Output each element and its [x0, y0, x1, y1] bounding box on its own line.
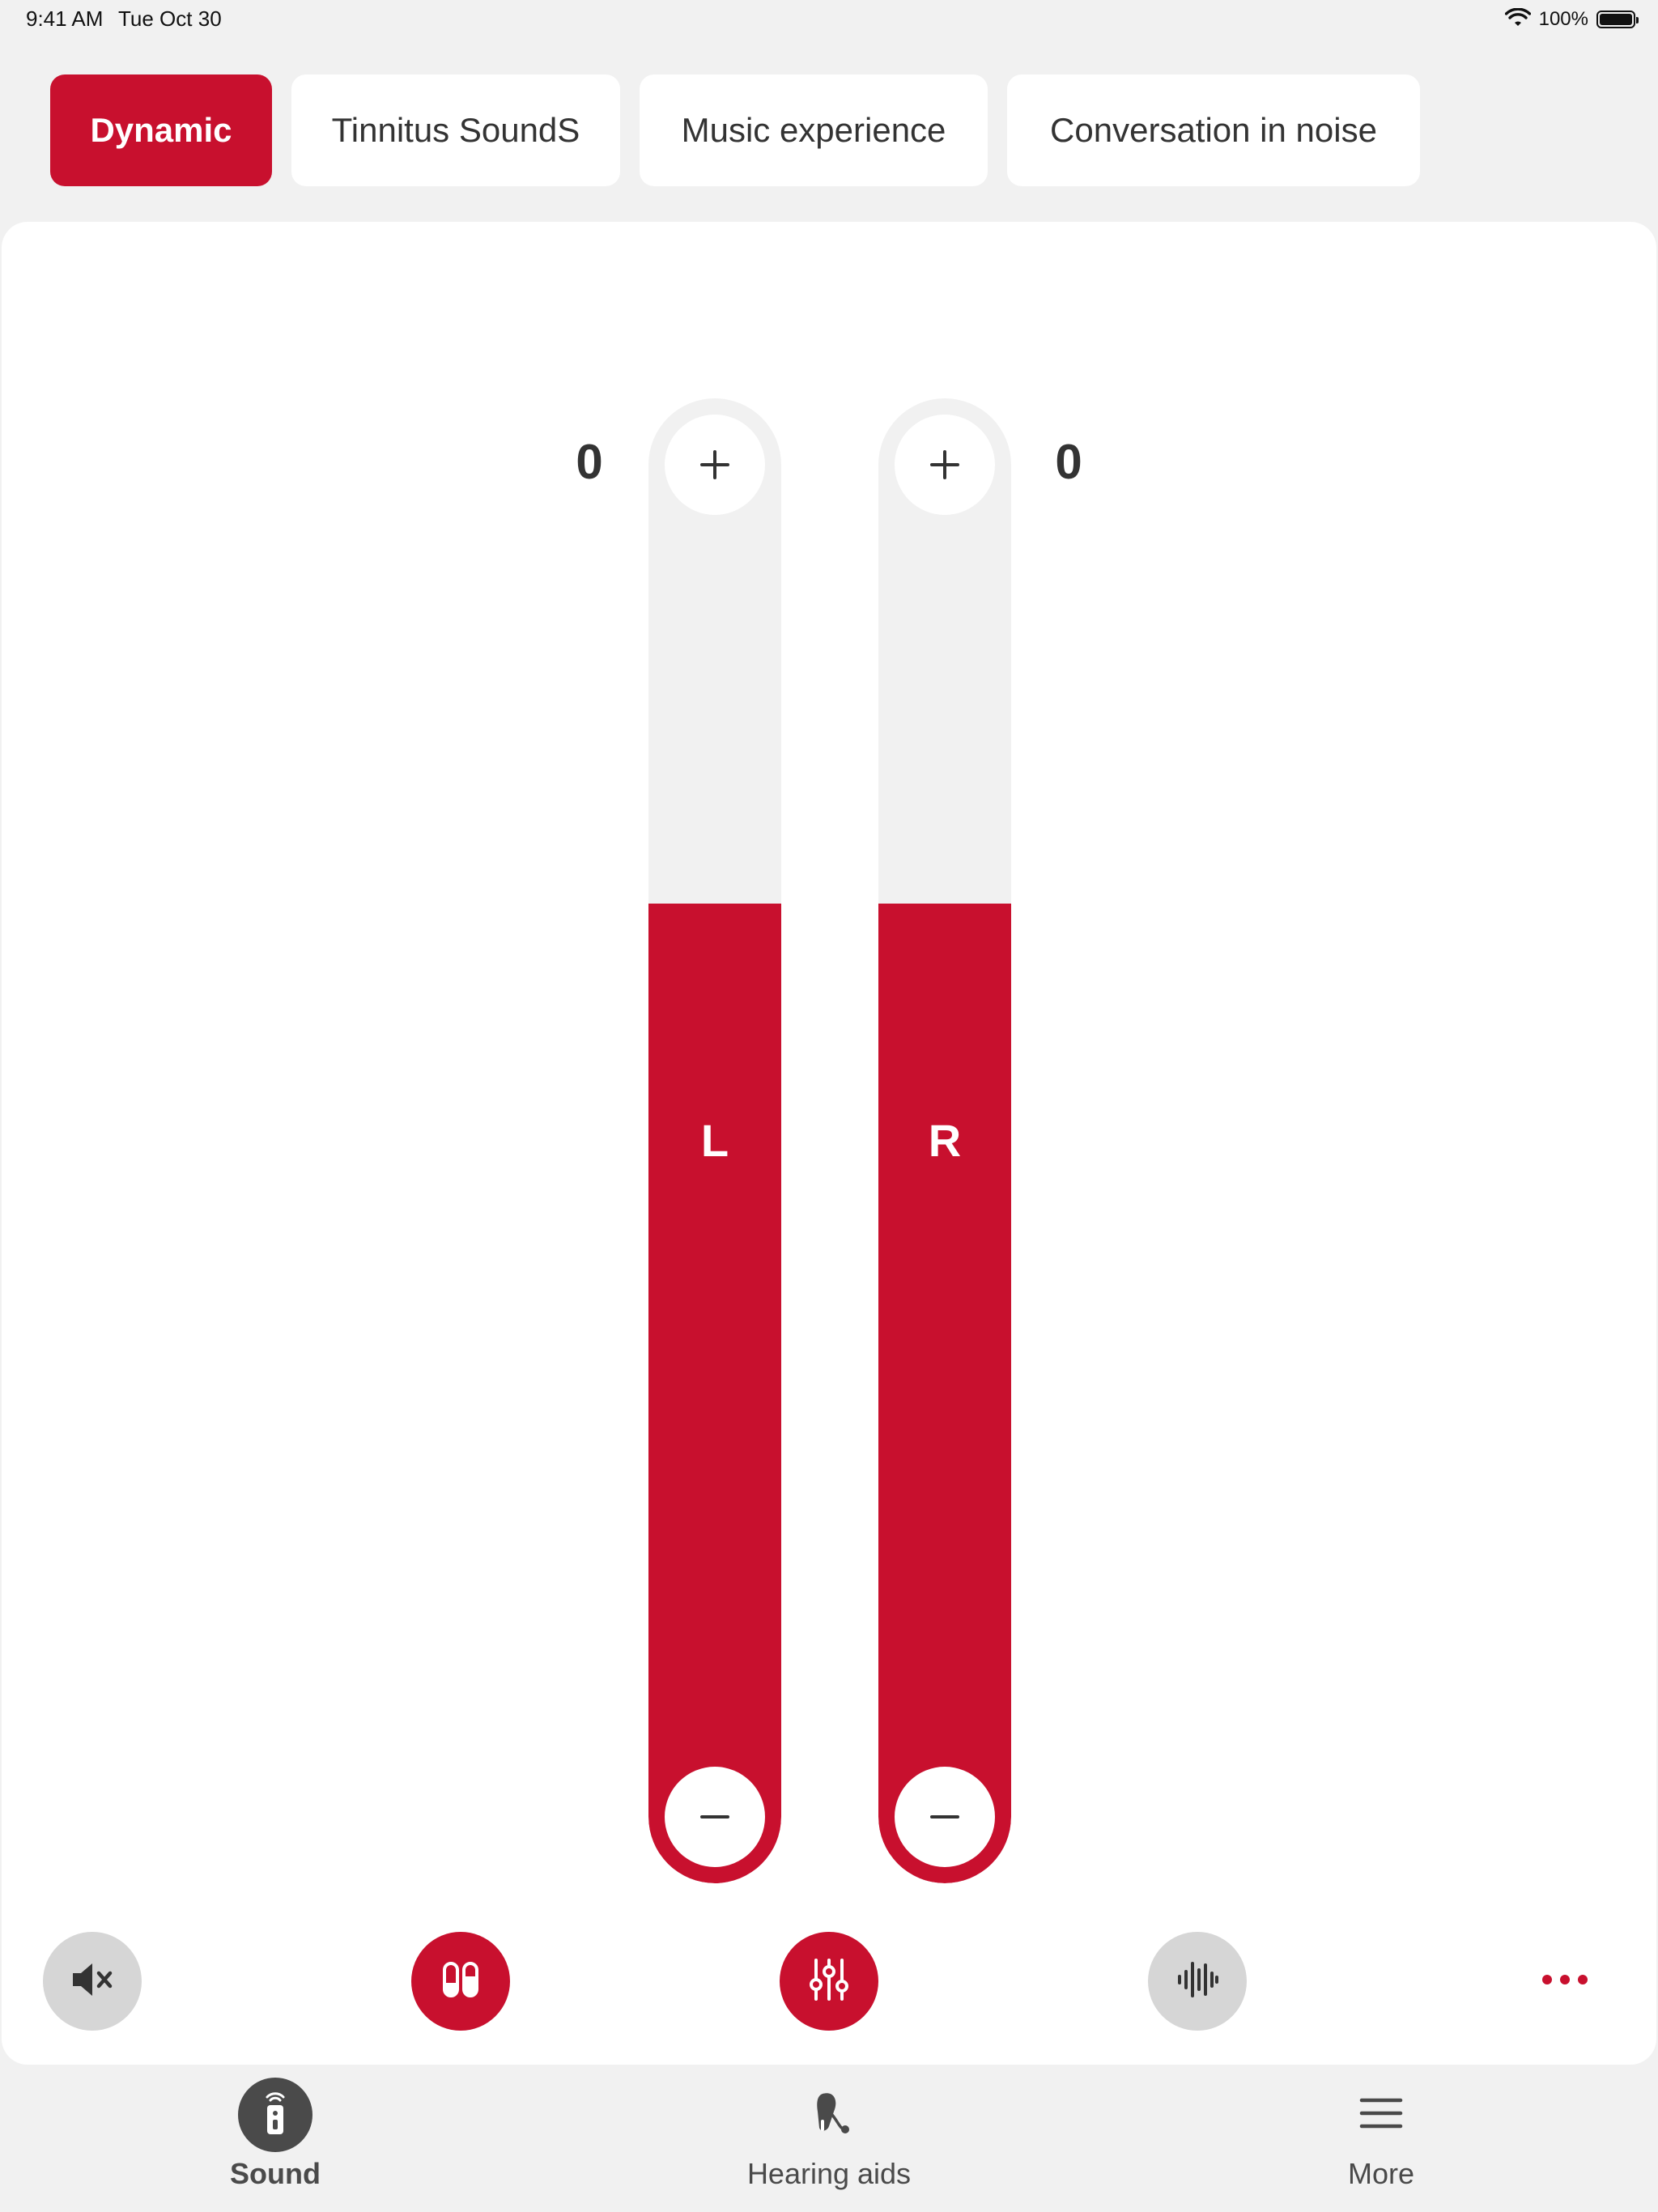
- tab-music-experience[interactable]: Music experience: [640, 74, 988, 186]
- tab-tinnitus-sounds[interactable]: Tinnitus SoundS: [291, 74, 620, 186]
- mute-speaker-icon: [66, 1954, 118, 2010]
- nav-item-hearing-aids[interactable]: Hearing aids: [708, 2073, 950, 2212]
- left-volume-value: 0: [576, 435, 603, 489]
- plus-icon: [699, 449, 731, 481]
- sound-wave-icon: [1171, 1954, 1223, 2010]
- plus-icon: [929, 449, 961, 481]
- right-channel-label: R: [928, 1115, 962, 1166]
- left-volume-slider[interactable]: L: [648, 398, 781, 1883]
- nav-sound-icon-wrap: [238, 2078, 312, 2152]
- status-time: 9:41 AM: [26, 6, 104, 31]
- right-volume-up-button[interactable]: [895, 415, 995, 515]
- nav-item-more[interactable]: More: [1260, 2073, 1503, 2212]
- left-volume-up-button[interactable]: [665, 415, 765, 515]
- right-volume-down-button[interactable]: [895, 1767, 995, 1867]
- nav-item-sound[interactable]: Sound: [154, 2073, 397, 2212]
- balance-split-icon: [435, 1954, 487, 2010]
- right-volume-value: 0: [1055, 435, 1082, 489]
- left-volume-fill: [648, 903, 781, 1883]
- hamburger-menu-icon: [1358, 2094, 1404, 2137]
- minus-icon: [929, 1801, 961, 1833]
- status-bar: 9:41 AM Tue Oct 30 100%: [0, 0, 1658, 39]
- nav-hearing-aids-icon-wrap: [792, 2078, 866, 2152]
- volume-card: [2, 222, 1656, 2065]
- left-channel-label: L: [700, 1115, 729, 1166]
- nav-label-sound: Sound: [230, 2157, 321, 2190]
- remote-control-icon: [254, 2089, 296, 2142]
- right-volume-fill: [878, 903, 1011, 1883]
- equalizer-sliders-icon: [803, 1954, 855, 2010]
- status-indicators: 100%: [1504, 5, 1639, 34]
- split-balance-button[interactable]: [411, 1932, 510, 2031]
- more-dots-icon: [1539, 1972, 1591, 1992]
- battery-percentage: 100%: [1538, 8, 1588, 30]
- tab-conversation-in-noise[interactable]: Conversation in noise: [1007, 74, 1420, 186]
- more-options-button[interactable]: [1516, 1932, 1614, 2031]
- wifi-icon: [1504, 7, 1531, 32]
- nav-more-icon-wrap: [1344, 2078, 1418, 2152]
- status-date: Tue Oct 30: [118, 6, 222, 31]
- right-volume-slider[interactable]: R: [878, 398, 1011, 1883]
- left-volume-down-button[interactable]: [665, 1767, 765, 1867]
- tab-dynamic[interactable]: Dynamic: [50, 74, 272, 186]
- hearing-aid-icon: [806, 2087, 852, 2143]
- battery-icon: [1596, 11, 1639, 28]
- equalizer-button[interactable]: [780, 1932, 878, 2031]
- mute-button[interactable]: [43, 1932, 142, 2031]
- nav-label-more: More: [1347, 2157, 1415, 2190]
- nav-label-hearing-aids: Hearing aids: [746, 2157, 912, 2190]
- minus-icon: [699, 1801, 731, 1833]
- sound-wave-button[interactable]: [1148, 1932, 1247, 2031]
